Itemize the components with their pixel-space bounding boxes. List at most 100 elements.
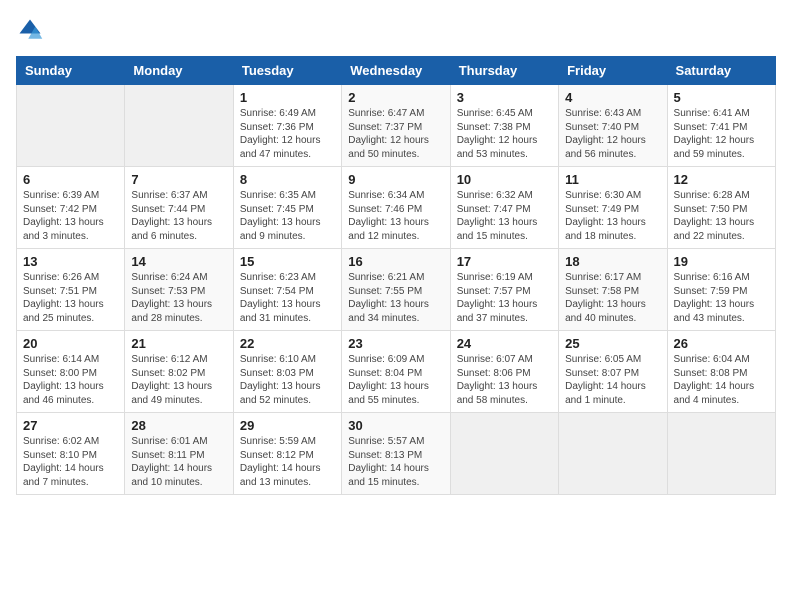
day-number: 26 (674, 336, 769, 351)
calendar-cell: 22 Sunrise: 6:10 AM Sunset: 8:03 PM Dayli… (233, 331, 341, 413)
day-detail: Sunrise: 6:32 AM Sunset: 7:47 PM Dayligh… (457, 189, 552, 243)
calendar-cell: 8 Sunrise: 6:35 AM Sunset: 7:45 PM Daylig… (233, 167, 341, 249)
day-number: 11 (565, 172, 660, 187)
calendar-cell: 20 Sunrise: 6:14 AM Sunset: 8:00 PM Dayli… (17, 331, 125, 413)
calendar-cell: 28Sunrise: 6:01 AM Sunset: 8:11 PM Dayli… (125, 413, 233, 495)
calendar-week-1: 1Sunrise: 6:49 AM Sunset: 7:36 PM Daylig… (17, 85, 776, 167)
calendar-week-4: 20 Sunrise: 6:14 AM Sunset: 8:00 PM Dayli… (17, 331, 776, 413)
day-number: 20 (23, 336, 118, 351)
calendar-cell: 30 Sunrise: 5:57 AM Sunset: 8:13 PM Dayli… (342, 413, 450, 495)
calendar-cell: 6 Sunrise: 6:39 AM Sunset: 7:42 PM Daylig… (17, 167, 125, 249)
day-detail: Sunrise: 6:16 AM Sunset: 7:59 PM Dayligh… (674, 271, 769, 325)
day-detail: Sunrise: 6:28 AM Sunset: 7:50 PM Dayligh… (674, 189, 769, 243)
calendar-cell: 24 Sunrise: 6:07 AM Sunset: 8:06 PM Dayli… (450, 331, 558, 413)
day-number: 13 (23, 254, 118, 269)
calendar-cell: 5Sunrise: 6:41 AM Sunset: 7:41 PM Daylig… (667, 85, 775, 167)
day-number: 22 (240, 336, 335, 351)
calendar-cell: 12 Sunrise: 6:28 AM Sunset: 7:50 PM Dayli… (667, 167, 775, 249)
calendar-cell (450, 413, 558, 495)
calendar-header: SundayMondayTuesdayWednesdayThursdayFrid… (17, 57, 776, 85)
header-day-wednesday: Wednesday (342, 57, 450, 85)
calendar-cell: 27 Sunrise: 6:02 AM Sunset: 8:10 PM Dayli… (17, 413, 125, 495)
header-day-friday: Friday (559, 57, 667, 85)
day-number: 29 (240, 418, 335, 433)
header-day-saturday: Saturday (667, 57, 775, 85)
calendar-week-2: 6 Sunrise: 6:39 AM Sunset: 7:42 PM Daylig… (17, 167, 776, 249)
day-number: 27 (23, 418, 118, 433)
day-detail: Sunrise: 6:23 AM Sunset: 7:54 PM Dayligh… (240, 271, 335, 325)
day-detail: Sunrise: 6:37 AM Sunset: 7:44 PM Dayligh… (131, 189, 226, 243)
day-number: 16 (348, 254, 443, 269)
calendar-cell: 21Sunrise: 6:12 AM Sunset: 8:02 PM Dayli… (125, 331, 233, 413)
calendar-cell: 19 Sunrise: 6:16 AM Sunset: 7:59 PM Dayli… (667, 249, 775, 331)
day-detail: Sunrise: 6:45 AM Sunset: 7:38 PM Dayligh… (457, 107, 552, 161)
day-number: 3 (457, 90, 552, 105)
day-detail: Sunrise: 6:02 AM Sunset: 8:10 PM Dayligh… (23, 435, 118, 489)
calendar-cell: 23Sunrise: 6:09 AM Sunset: 8:04 PM Dayli… (342, 331, 450, 413)
day-detail: Sunrise: 6:43 AM Sunset: 7:40 PM Dayligh… (565, 107, 660, 161)
day-detail: Sunrise: 6:24 AM Sunset: 7:53 PM Dayligh… (131, 271, 226, 325)
day-detail: Sunrise: 5:57 AM Sunset: 8:13 PM Dayligh… (348, 435, 443, 489)
day-detail: Sunrise: 6:49 AM Sunset: 7:36 PM Dayligh… (240, 107, 335, 161)
calendar-cell: 7 Sunrise: 6:37 AM Sunset: 7:44 PM Daylig… (125, 167, 233, 249)
calendar-cell: 1Sunrise: 6:49 AM Sunset: 7:36 PM Daylig… (233, 85, 341, 167)
day-detail: Sunrise: 6:17 AM Sunset: 7:58 PM Dayligh… (565, 271, 660, 325)
day-number: 24 (457, 336, 552, 351)
day-detail: Sunrise: 6:34 AM Sunset: 7:46 PM Dayligh… (348, 189, 443, 243)
calendar-cell: 15 Sunrise: 6:23 AM Sunset: 7:54 PM Dayli… (233, 249, 341, 331)
day-number: 4 (565, 90, 660, 105)
day-number: 28 (131, 418, 226, 433)
day-number: 12 (674, 172, 769, 187)
day-number: 5 (674, 90, 769, 105)
calendar-cell: 25 Sunrise: 6:05 AM Sunset: 8:07 PM Dayli… (559, 331, 667, 413)
logo (16, 16, 48, 44)
header-day-sunday: Sunday (17, 57, 125, 85)
calendar-cell: 29 Sunrise: 5:59 AM Sunset: 8:12 PM Dayli… (233, 413, 341, 495)
day-detail: Sunrise: 6:09 AM Sunset: 8:04 PM Dayligh… (348, 353, 443, 407)
day-detail: Sunrise: 6:35 AM Sunset: 7:45 PM Dayligh… (240, 189, 335, 243)
day-number: 17 (457, 254, 552, 269)
day-detail: Sunrise: 6:19 AM Sunset: 7:57 PM Dayligh… (457, 271, 552, 325)
day-number: 2 (348, 90, 443, 105)
day-number: 15 (240, 254, 335, 269)
day-number: 7 (131, 172, 226, 187)
calendar-cell (17, 85, 125, 167)
calendar-cell: 13 Sunrise: 6:26 AM Sunset: 7:51 PM Dayli… (17, 249, 125, 331)
day-detail: Sunrise: 6:10 AM Sunset: 8:03 PM Dayligh… (240, 353, 335, 407)
day-detail: Sunrise: 6:39 AM Sunset: 7:42 PM Dayligh… (23, 189, 118, 243)
calendar-week-3: 13 Sunrise: 6:26 AM Sunset: 7:51 PM Dayli… (17, 249, 776, 331)
calendar-week-5: 27 Sunrise: 6:02 AM Sunset: 8:10 PM Dayli… (17, 413, 776, 495)
calendar-cell: 10Sunrise: 6:32 AM Sunset: 7:47 PM Dayli… (450, 167, 558, 249)
day-detail: Sunrise: 6:05 AM Sunset: 8:07 PM Dayligh… (565, 353, 660, 407)
day-detail: Sunrise: 6:04 AM Sunset: 8:08 PM Dayligh… (674, 353, 769, 407)
calendar-cell: 16 Sunrise: 6:21 AM Sunset: 7:55 PM Dayli… (342, 249, 450, 331)
page-header (16, 16, 776, 44)
day-number: 8 (240, 172, 335, 187)
calendar-table: SundayMondayTuesdayWednesdayThursdayFrid… (16, 56, 776, 495)
header-day-tuesday: Tuesday (233, 57, 341, 85)
day-number: 19 (674, 254, 769, 269)
day-number: 25 (565, 336, 660, 351)
day-detail: Sunrise: 6:30 AM Sunset: 7:49 PM Dayligh… (565, 189, 660, 243)
day-number: 30 (348, 418, 443, 433)
day-detail: Sunrise: 5:59 AM Sunset: 8:12 PM Dayligh… (240, 435, 335, 489)
calendar-cell: 11 Sunrise: 6:30 AM Sunset: 7:49 PM Dayli… (559, 167, 667, 249)
logo-icon (16, 16, 44, 44)
day-number: 14 (131, 254, 226, 269)
day-number: 9 (348, 172, 443, 187)
day-number: 6 (23, 172, 118, 187)
day-detail: Sunrise: 6:47 AM Sunset: 7:37 PM Dayligh… (348, 107, 443, 161)
calendar-cell: 14 Sunrise: 6:24 AM Sunset: 7:53 PM Dayli… (125, 249, 233, 331)
header-day-thursday: Thursday (450, 57, 558, 85)
day-detail: Sunrise: 6:14 AM Sunset: 8:00 PM Dayligh… (23, 353, 118, 407)
calendar-body: 1Sunrise: 6:49 AM Sunset: 7:36 PM Daylig… (17, 85, 776, 495)
calendar-cell: 2 Sunrise: 6:47 AM Sunset: 7:37 PM Daylig… (342, 85, 450, 167)
day-detail: Sunrise: 6:26 AM Sunset: 7:51 PM Dayligh… (23, 271, 118, 325)
day-detail: Sunrise: 6:07 AM Sunset: 8:06 PM Dayligh… (457, 353, 552, 407)
calendar-cell: 26 Sunrise: 6:04 AM Sunset: 8:08 PM Dayli… (667, 331, 775, 413)
calendar-cell: 4 Sunrise: 6:43 AM Sunset: 7:40 PM Daylig… (559, 85, 667, 167)
day-detail: Sunrise: 6:21 AM Sunset: 7:55 PM Dayligh… (348, 271, 443, 325)
calendar-cell: 9 Sunrise: 6:34 AM Sunset: 7:46 PM Daylig… (342, 167, 450, 249)
day-number: 21 (131, 336, 226, 351)
calendar-cell (559, 413, 667, 495)
